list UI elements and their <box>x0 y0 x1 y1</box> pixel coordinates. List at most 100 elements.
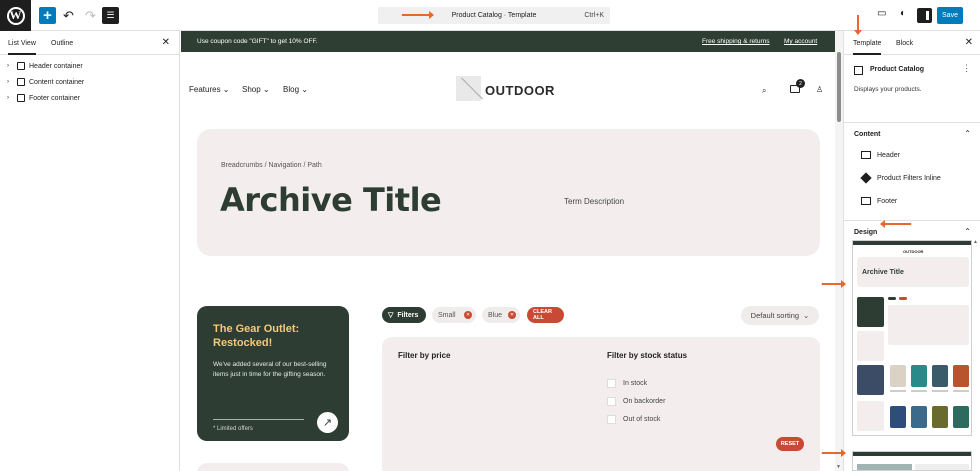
site-header[interactable]: Features ⌄ Shop ⌄ Blog ⌄ OUTDOOR ⌕ 2 ♙ <box>181 52 835 122</box>
template-part-footer[interactable]: Footer <box>844 191 980 214</box>
template-part-label: Product Filters Inline <box>877 175 941 182</box>
scroll-down-icon[interactable]: ▼ <box>836 464 841 470</box>
group-block-icon <box>17 94 25 102</box>
promo-card[interactable]: The Gear Outlet: Restocked! We've added … <box>197 306 349 441</box>
tab-block[interactable]: Block <box>896 40 913 47</box>
list-item-content-container[interactable]: › Content container <box>0 75 179 91</box>
filter-price-heading: Filter by price <box>398 351 451 360</box>
active-filter-blue[interactable]: Blue ✕ <box>482 307 520 323</box>
chip-label: Blue <box>488 311 503 319</box>
add-block-button[interactable]: + <box>39 7 56 24</box>
site-title[interactable]: OUTDOOR <box>485 83 555 98</box>
checkbox[interactable] <box>607 415 616 424</box>
group-block-icon <box>17 78 25 86</box>
checkbox[interactable] <box>607 397 616 406</box>
template-part-product-filters[interactable]: Product Filters Inline <box>844 168 980 191</box>
preview-product-image <box>953 406 969 428</box>
stock-option-on-backorder[interactable]: On backorder <box>607 397 707 407</box>
promo-text: We've added several of our best-selling … <box>213 361 327 378</box>
promo-card-secondary[interactable] <box>197 463 349 471</box>
chevron-down-icon: ⌄ <box>803 311 810 320</box>
stock-option-in-stock[interactable]: In stock <box>607 379 707 389</box>
save-button[interactable]: Save <box>937 7 963 24</box>
preview-chip <box>899 297 907 300</box>
document-overview-icon[interactable]: ☰ <box>102 7 119 24</box>
close-list-view-icon[interactable]: ✕ <box>162 37 170 48</box>
preview-product-image <box>857 401 884 431</box>
remove-filter-icon[interactable]: ✕ <box>464 311 472 319</box>
nav-blog[interactable]: Blog ⌄ <box>283 85 308 94</box>
chevron-right-icon[interactable]: › <box>7 63 9 69</box>
account-link[interactable]: My account <box>784 38 817 45</box>
active-filter-small[interactable]: Small ✕ <box>432 307 476 323</box>
stock-option-out-of-stock[interactable]: Out of stock <box>607 415 707 425</box>
preview-card <box>857 331 884 361</box>
checkbox-label: On backorder <box>623 398 666 405</box>
scroll-up-icon[interactable]: ▲ <box>973 239 978 245</box>
checkbox[interactable] <box>607 379 616 388</box>
list-item-footer-container[interactable]: › Footer container <box>0 91 179 107</box>
nav-blog-label: Blog <box>283 85 300 94</box>
archive-header[interactable]: Breadcrumbs / Navigation / Path Archive … <box>197 129 820 256</box>
layout-icon <box>854 66 863 75</box>
preview-block <box>915 464 969 470</box>
tab-outline[interactable]: Outline <box>51 40 73 47</box>
canvas-scrollbar-thumb[interactable] <box>837 52 841 122</box>
template-part-header[interactable]: Header <box>844 145 980 168</box>
filters-label: Filters <box>397 311 419 319</box>
promo-divider <box>213 419 304 420</box>
site-logo-image[interactable] <box>456 76 481 101</box>
preview-text-line <box>932 390 948 392</box>
sorting-select[interactable]: Default sorting ⌄ <box>741 306 819 325</box>
search-icon[interactable]: ⌕ <box>762 86 766 96</box>
more-options-icon[interactable]: ⋮ <box>962 63 971 74</box>
design-pattern-preview[interactable]: OUTDOOR Archive Title <box>852 240 972 436</box>
annotation-arrow <box>821 449 846 457</box>
wordpress-logo-button[interactable]: W <box>0 0 31 31</box>
chevron-right-icon[interactable]: › <box>7 79 9 85</box>
filter-icon: ▽ <box>388 312 394 319</box>
group-block-icon <box>17 62 25 70</box>
redo-icon[interactable]: ↷ <box>82 7 99 24</box>
list-view-tabs: List View Outline ✕ <box>0 31 179 55</box>
design-pattern-preview-2[interactable] <box>852 451 972 471</box>
nav-features[interactable]: Features ⌄ <box>189 85 230 94</box>
shipping-link[interactable]: Free shipping & returns <box>702 38 770 45</box>
arrow-up-right-icon[interactable]: ↗ <box>317 412 338 433</box>
filters-panel[interactable]: Filter by price Filter by stock status I… <box>382 337 820 471</box>
coupon-bar[interactable]: Use coupon code "GIFT" to get 10% OFF. F… <box>181 31 835 52</box>
close-sidebar-icon[interactable]: ✕ <box>965 37 973 48</box>
undo-icon[interactable]: ↶ <box>60 7 77 24</box>
preview-product-image <box>911 406 927 428</box>
nav-features-label: Features <box>189 85 221 94</box>
template-part-label: Footer <box>877 198 898 205</box>
styles-icon[interactable]: ◐ <box>900 8 906 19</box>
filters-button[interactable]: ▽ Filters <box>382 307 426 323</box>
canvas-scrollbar[interactable]: ▼ <box>835 31 843 471</box>
template-part-label: Header <box>877 152 900 159</box>
device-preview-icon[interactable]: ▭ <box>877 8 886 19</box>
cart-count-badge: 2 <box>796 79 805 88</box>
chevron-up-icon[interactable]: ⌃ <box>964 227 971 236</box>
remove-filter-icon[interactable]: ✕ <box>508 311 516 319</box>
promo-note: * Limited offers <box>213 426 253 432</box>
preview-product-image <box>890 365 906 387</box>
clear-all-button[interactable]: CLEAR ALL <box>527 307 564 323</box>
chevron-right-icon[interactable]: › <box>7 95 9 101</box>
reset-button[interactable]: RESET <box>776 437 804 451</box>
preview-text-line <box>890 390 906 392</box>
editor-canvas: Use coupon code "GIFT" to get 10% OFF. F… <box>181 31 835 471</box>
content-section-header[interactable]: Content ⌃ <box>844 123 980 145</box>
settings-panel-toggle-icon[interactable] <box>917 8 932 23</box>
command-shortcut: Ctrl+K <box>584 12 604 19</box>
sidebar-scrollbar[interactable]: ▲ <box>973 31 980 471</box>
preview-product-image <box>911 365 927 387</box>
preview-coupon-bar <box>853 241 971 245</box>
tab-list-view[interactable]: List View <box>8 40 36 55</box>
chevron-up-icon[interactable]: ⌃ <box>964 129 971 138</box>
tab-template[interactable]: Template <box>853 40 882 55</box>
template-description: Displays your products. <box>854 86 922 93</box>
list-item-header-container[interactable]: › Header container <box>0 59 179 75</box>
nav-shop[interactable]: Shop ⌄ <box>242 85 270 94</box>
account-icon[interactable]: ♙ <box>816 85 823 94</box>
